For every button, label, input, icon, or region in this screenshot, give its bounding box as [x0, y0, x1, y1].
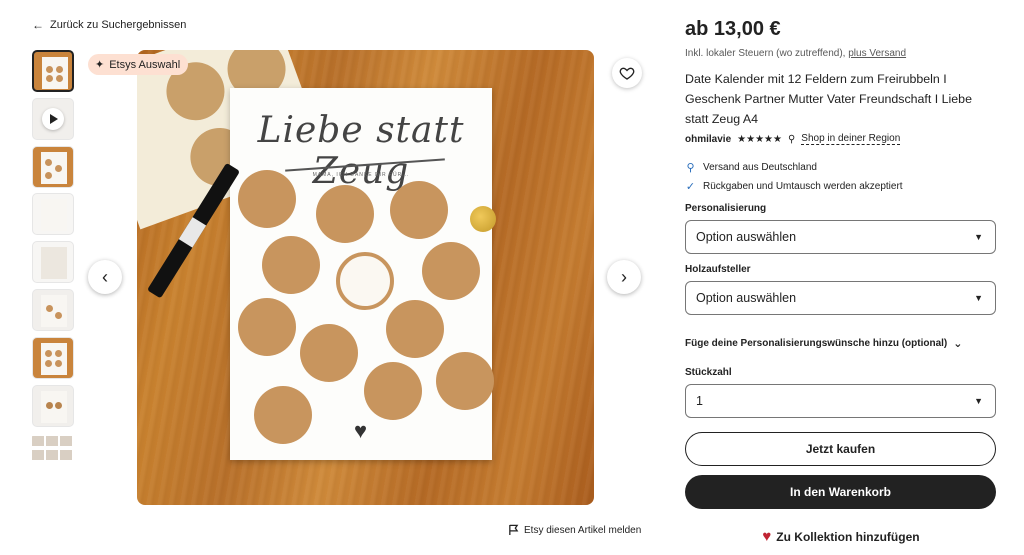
add-to-collection-button[interactable]: ♥ Zu Kollektion hinzufügen: [685, 528, 997, 545]
buy-now-button[interactable]: Jetzt kaufen: [685, 432, 996, 466]
thumbnail-8[interactable]: [32, 384, 74, 427]
shop-region-link[interactable]: Shop in deiner Region: [801, 133, 901, 145]
price: ab 13,00 €: [685, 18, 781, 40]
returns-text: Rückgaben und Umtausch werden akzeptiert: [703, 181, 903, 192]
caret-down-icon: ▼: [974, 293, 983, 303]
quantity-value: 1: [696, 394, 703, 408]
caret-down-icon: ▼: [974, 396, 983, 406]
report-label: Etsy diesen Artikel melden: [524, 524, 642, 536]
shipping-link[interactable]: plus Versand: [848, 48, 906, 59]
flag-icon: [509, 524, 519, 536]
location-pin-icon: ⚲: [787, 133, 796, 145]
holzaufsteller-label: Holzaufsteller: [685, 264, 751, 275]
thumbnail-7[interactable]: [32, 336, 74, 379]
shipping-from-text: Versand aus Deutschland: [703, 162, 817, 173]
chevron-left-icon: ‹: [102, 266, 108, 287]
heart-outline-icon: [619, 67, 635, 80]
arrow-left-icon: ←: [32, 18, 44, 32]
personalization-toggle[interactable]: Füge deine Personalisierungswünsche hinz…: [685, 337, 997, 350]
add-to-collection-label: Zu Kollektion hinzufügen: [776, 529, 920, 544]
rating-stars[interactable]: ★★★★★: [737, 134, 782, 145]
shop-name[interactable]: ohmilavie: [685, 134, 731, 145]
next-image-button[interactable]: ›: [607, 260, 641, 294]
personalisierung-select[interactable]: Option auswählen ▼: [685, 220, 996, 254]
shop-row: ohmilavie ★★★★★ ⚲ Shop in deiner Region: [685, 133, 997, 145]
back-link-label: Zurück zu Suchergebnissen: [50, 19, 187, 31]
play-icon: [42, 107, 64, 130]
add-to-cart-button[interactable]: In den Warenkorb: [685, 475, 996, 509]
report-item-link[interactable]: Etsy diesen Artikel melden: [508, 524, 641, 536]
etsy-pick-badge: ✦ Etsys Auswahl: [88, 54, 189, 75]
quantity-select[interactable]: 1 ▼: [685, 384, 996, 418]
holzaufsteller-value: Option auswählen: [696, 291, 797, 305]
product-info-panel: ab 13,00 € Inkl. lokaler Steuern (wo zut…: [685, 18, 997, 545]
shipping-info: ⚲ Versand aus Deutschland ✓ Rückgaben un…: [685, 161, 997, 193]
personalisierung-value: Option auswählen: [696, 230, 797, 244]
thumbnail-5[interactable]: [32, 241, 74, 284]
thumbnail-3[interactable]: [32, 145, 74, 188]
heart-filled-icon: ♥: [762, 528, 772, 545]
product-title: Date Kalender mit 12 Feldern zum Freirub…: [685, 72, 972, 126]
thumbnail-4[interactable]: [32, 193, 74, 236]
coin: [470, 206, 496, 232]
favorite-button[interactable]: [612, 58, 642, 88]
thumbnail-1[interactable]: [32, 50, 74, 92]
caret-down-icon: ▼: [974, 232, 983, 242]
back-to-search-link[interactable]: ← Zurück zu Suchergebnissen: [32, 18, 186, 32]
thumbnail-9[interactable]: [32, 432, 74, 474]
personalization-toggle-label: Füge deine Personalisierungswünsche hinz…: [685, 338, 948, 349]
thumbnail-strip: [32, 50, 76, 480]
checkmark-icon: ✓: [685, 181, 696, 193]
quantity-label: Stückzahl: [685, 367, 732, 378]
chevron-down-icon: ⌄: [953, 338, 963, 350]
chevron-right-icon: ›: [621, 266, 627, 287]
holzaufsteller-select[interactable]: Option auswählen ▼: [685, 281, 996, 315]
badge-label: Etsys Auswahl: [109, 58, 181, 71]
previous-image-button[interactable]: ‹: [88, 260, 122, 294]
sparkle-icon: ✦: [95, 59, 105, 71]
heart-doodle-icon: ♥: [354, 418, 368, 443]
thumbnail-video[interactable]: [32, 97, 74, 140]
location-icon: ⚲: [686, 162, 695, 174]
scratch-calendar-poster: Liebe statt Zeug MAMA, ICH DANKE DIR FÜR…: [230, 88, 494, 460]
main-product-image[interactable]: Liebe statt Zeug MAMA, ICH DANKE DIR FÜR…: [137, 50, 594, 505]
thumbnail-6[interactable]: [32, 288, 74, 331]
tax-note: Inkl. lokaler Steuern (wo zutreffend), p…: [685, 48, 907, 59]
personalisierung-label: Personalisierung: [685, 203, 767, 214]
